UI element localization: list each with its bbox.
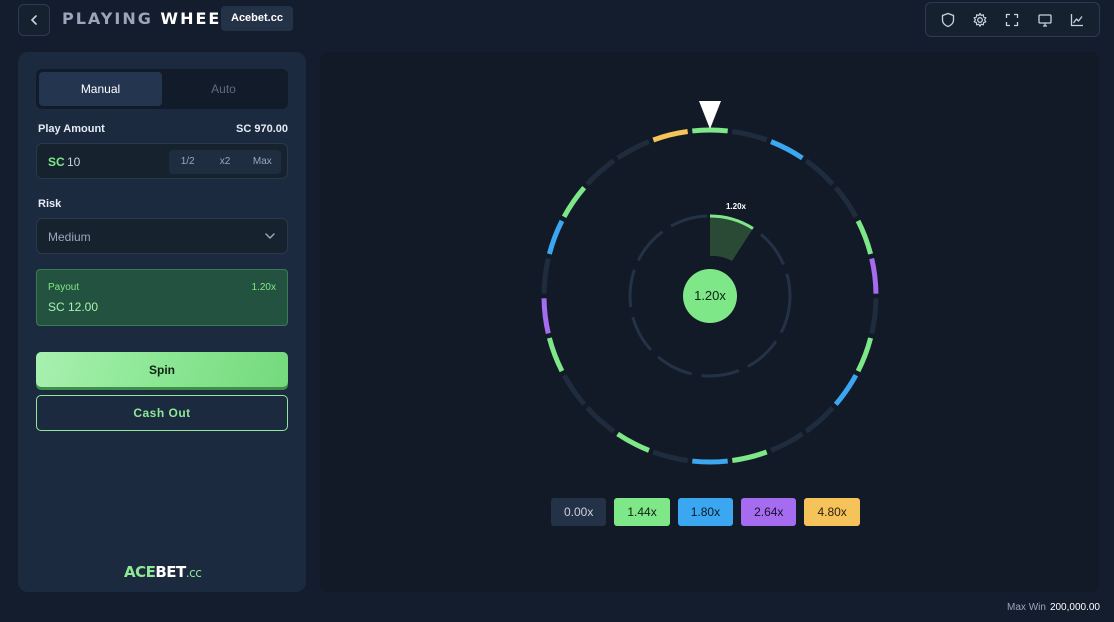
double-button[interactable]: x2: [206, 150, 243, 174]
half-button[interactable]: 1/2: [169, 150, 206, 174]
title-part-1: PLAYING: [62, 9, 153, 28]
page-title: PLAYING WHEEL: [62, 9, 234, 28]
wheel-segment-green: [855, 219, 874, 255]
wheel-segment-none: [804, 406, 835, 434]
wheel-segment-green: [561, 186, 587, 219]
wheel-segment-green: [855, 337, 874, 373]
amount-modifiers: 1/2 x2 Max: [169, 150, 281, 174]
play-amount-label: Play Amount: [38, 123, 105, 135]
control-panel: Manual Auto Play Amount SC 970.00 SC 10 …: [18, 52, 306, 592]
max-win-value: 200,000.00: [1049, 602, 1100, 613]
tab-auto[interactable]: Auto: [162, 72, 285, 106]
tab-manual[interactable]: Manual: [39, 72, 162, 106]
payout-multiplier: 1.20x: [251, 282, 276, 293]
cash-out-button[interactable]: Cash Out: [36, 395, 288, 431]
wheel-segment-green: [616, 431, 650, 453]
multiplier-chip: 1.80x: [677, 498, 734, 526]
fullscreen-icon[interactable]: [1002, 10, 1022, 30]
payout-label: Payout: [48, 282, 80, 293]
mode-tabs: Manual Auto: [36, 69, 288, 109]
chevron-down-icon: [265, 233, 275, 240]
payout-value: SC 12.00: [48, 300, 99, 314]
max-button[interactable]: Max: [244, 150, 281, 174]
wheel-segment-none: [833, 186, 859, 219]
multiplier-chip: 1.44x: [614, 498, 670, 526]
wheel-segment-purple: [541, 298, 551, 335]
wheel-segment-none: [585, 158, 616, 186]
risk-value: Medium: [48, 230, 91, 244]
multiplier-chip: 4.80x: [804, 498, 860, 526]
payout-box: Payout 1.20x SC 12.00: [36, 269, 288, 326]
wheel-segment-none: [585, 406, 616, 434]
wheel-segment-none: [731, 129, 768, 143]
wheel-segment-none: [869, 298, 879, 335]
wheel-segment-none: [561, 373, 587, 406]
wheel-segment-green: [546, 337, 565, 373]
center-value: 1.20x: [694, 288, 726, 303]
wheel-segment-purple: [869, 257, 879, 294]
max-win-label: Max Win: [1007, 602, 1046, 613]
wheel-segment-blue: [692, 458, 728, 465]
gear-icon[interactable]: [970, 10, 990, 30]
multiplier-chip: 2.64x: [741, 498, 797, 526]
back-button[interactable]: [18, 4, 50, 36]
pointer-icon: [699, 101, 721, 129]
balance-value: SC 970.00: [236, 123, 288, 135]
wheel-segment-yellow: [652, 129, 689, 143]
wheel-segment-blue: [770, 139, 804, 161]
wheel: 1.20x 1.20x: [541, 101, 879, 465]
wheel-segment-none: [616, 139, 650, 161]
game-area: 1.20x 1.20x 0.00x 1.44x 1.80x 2.64x 4.80x: [320, 52, 1099, 592]
multiplier-chip: 0.00x: [551, 498, 607, 526]
amount-value[interactable]: 10: [67, 155, 80, 169]
wheel-segment-blue: [546, 219, 565, 255]
indicator-label: 1.20x: [726, 202, 747, 211]
chevron-left-icon: [30, 15, 37, 25]
wheel-segment-blue: [833, 373, 859, 406]
shield-icon[interactable]: [938, 10, 958, 30]
wheel-segment-none: [541, 257, 551, 294]
site-badge: Acebet.cc: [221, 6, 293, 31]
spin-button[interactable]: Spin: [36, 352, 288, 387]
wheel-segment-green: [692, 127, 728, 134]
chart-icon[interactable]: [1067, 10, 1087, 30]
risk-label: Risk: [38, 198, 62, 210]
play-amount-input[interactable]: SC 10 1/2 x2 Max: [36, 143, 288, 179]
wheel-segment-green: [731, 449, 768, 463]
result-sector: [710, 215, 753, 261]
risk-select[interactable]: Medium: [36, 218, 288, 254]
wheel-segment-none: [652, 449, 689, 463]
currency-label: SC: [48, 155, 65, 169]
monitor-icon[interactable]: [1035, 10, 1055, 30]
acebet-logo: ACEBET.cc: [124, 563, 202, 581]
wheel-segment-none: [804, 158, 835, 186]
multiplier-list: 0.00x 1.44x 1.80x 2.64x 4.80x: [551, 498, 860, 526]
max-win: Max Win 200,000.00: [1007, 602, 1100, 613]
toolbar: [925, 2, 1100, 37]
wheel-segment-none: [770, 431, 804, 453]
